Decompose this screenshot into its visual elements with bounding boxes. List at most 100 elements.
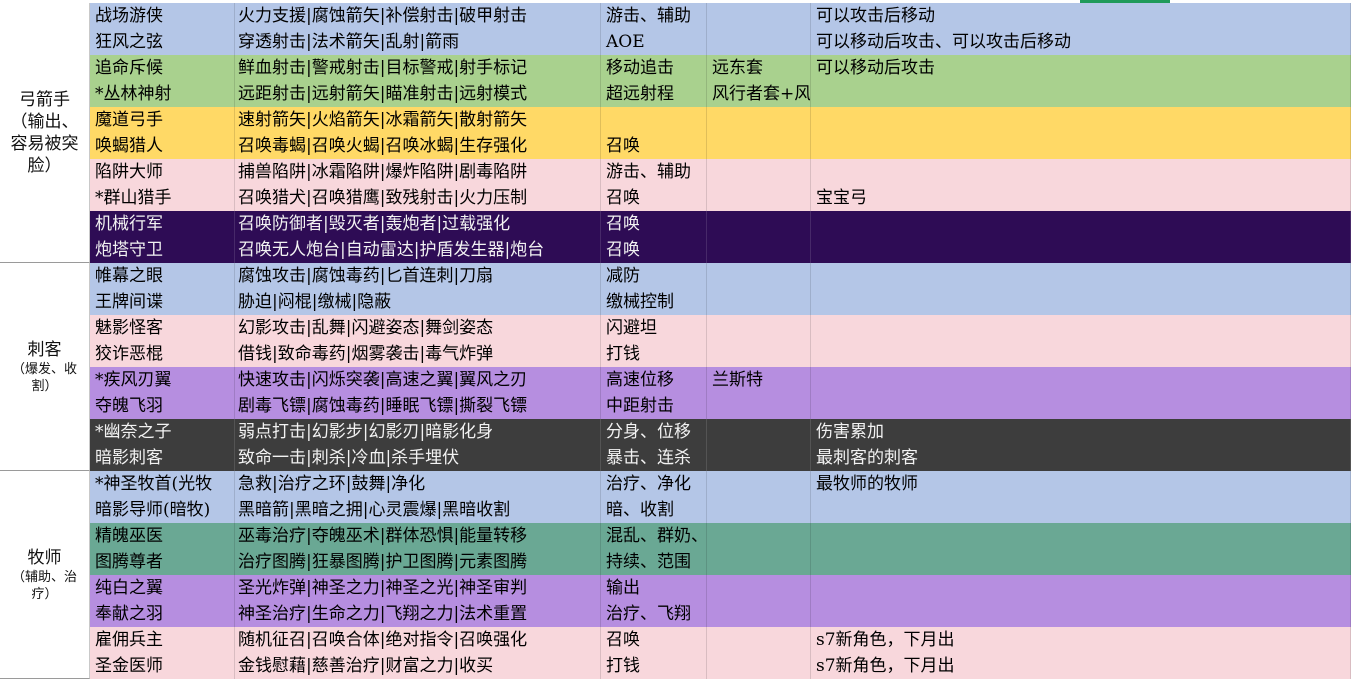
cell-set[interactable]	[707, 653, 811, 679]
cell-set[interactable]	[707, 393, 811, 419]
cell-name[interactable]: 王牌间谍	[90, 289, 235, 315]
cell-note[interactable]	[811, 367, 1351, 393]
cell-note[interactable]	[811, 341, 1351, 367]
cell-role[interactable]: 闪避坦	[601, 315, 707, 341]
cell-role[interactable]: 游击、辅助	[601, 3, 707, 29]
cell-role[interactable]: 混乱、群奶、能量	[601, 523, 707, 549]
cell-set[interactable]	[707, 185, 811, 211]
cell-note[interactable]	[811, 289, 1351, 315]
cell-skills[interactable]: 召唤毒蝎|召唤火蝎|召唤冰蝎|生存强化	[235, 133, 601, 159]
cell-note[interactable]	[811, 575, 1351, 601]
cell-role[interactable]: 中距射击	[601, 393, 707, 419]
cell-role[interactable]: 打钱	[601, 653, 707, 679]
cell-note[interactable]	[811, 315, 1351, 341]
cell-role[interactable]: 持续、范围	[601, 549, 707, 575]
cell-role[interactable]: 分身、位移	[601, 419, 707, 445]
category-cell-archer[interactable]: 弓箭手 （输出、容易被突脸）	[0, 3, 90, 263]
cell-name[interactable]: *丛林神射	[90, 81, 235, 107]
cell-skills[interactable]: 随机征召|召唤合体|绝对指令|召唤强化	[235, 627, 601, 653]
cell-note[interactable]	[811, 601, 1351, 627]
cell-role[interactable]: 治疗、飞翔	[601, 601, 707, 627]
cell-note[interactable]	[811, 81, 1351, 107]
cell-note[interactable]	[811, 237, 1351, 263]
cell-role[interactable]: AOE	[601, 29, 707, 55]
cell-set[interactable]	[707, 315, 811, 341]
cell-name[interactable]: 圣金医师	[90, 653, 235, 679]
cell-skills[interactable]: 胁迫|闷棍|缴械|隐蔽	[235, 289, 601, 315]
cell-role[interactable]: 暴击、连杀	[601, 445, 707, 471]
cell-note[interactable]	[811, 263, 1351, 289]
cell-skills[interactable]: 快速攻击|闪烁突袭|高速之翼|翼风之刃	[235, 367, 601, 393]
cell-name[interactable]: *幽奈之子	[90, 419, 235, 445]
cell-name[interactable]: 狡诈恶棍	[90, 341, 235, 367]
cell-set[interactable]: 风行者套+风暴宝印	[707, 81, 811, 107]
cell-role[interactable]: 召唤	[601, 237, 707, 263]
cell-note[interactable]	[811, 523, 1351, 549]
cell-set[interactable]	[707, 601, 811, 627]
cell-note[interactable]	[811, 107, 1351, 133]
cell-name[interactable]: *神圣牧首(光牧	[90, 471, 235, 497]
cell-set[interactable]	[707, 107, 811, 133]
cell-name[interactable]: 夺魄飞羽	[90, 393, 235, 419]
cell-name[interactable]: 图腾尊者	[90, 549, 235, 575]
category-cell-priest[interactable]: 牧师 （辅助、治疗）	[0, 471, 90, 679]
cell-note[interactable]	[811, 549, 1351, 575]
cell-note[interactable]	[811, 393, 1351, 419]
cell-skills[interactable]: 鲜血射击|警戒射击|目标警戒|射手标记	[235, 55, 601, 81]
cell-note[interactable]	[811, 159, 1351, 185]
cell-role[interactable]: 治疗、净化	[601, 471, 707, 497]
cell-skills[interactable]: 召唤防御者|毁灭者|轰炮者|过载强化	[235, 211, 601, 237]
cell-note[interactable]	[811, 211, 1351, 237]
cell-note[interactable]: s7新角色，下月出	[811, 653, 1351, 679]
cell-role[interactable]: 超远射程	[601, 81, 707, 107]
cell-name[interactable]: *疾风刃翼	[90, 367, 235, 393]
cell-name[interactable]: 战场游侠	[90, 3, 235, 29]
cell-note[interactable]: 伤害累加	[811, 419, 1351, 445]
cell-name[interactable]: 魔道弓手	[90, 107, 235, 133]
cell-set[interactable]: 兰斯特	[707, 367, 811, 393]
cell-skills[interactable]: 召唤无人炮台|自动雷达|护盾发生器|炮台	[235, 237, 601, 263]
cell-name[interactable]: 陷阱大师	[90, 159, 235, 185]
cell-role[interactable]: 减防	[601, 263, 707, 289]
cell-name[interactable]: *群山猎手	[90, 185, 235, 211]
cell-note[interactable]: 最牧师的牧师	[811, 471, 1351, 497]
cell-note[interactable]	[811, 133, 1351, 159]
cell-name[interactable]: 魅影怪客	[90, 315, 235, 341]
cell-name[interactable]: 唤蝎猎人	[90, 133, 235, 159]
cell-set[interactable]	[707, 263, 811, 289]
cell-skills[interactable]: 急救|治疗之环|鼓舞|净化	[235, 471, 601, 497]
cell-role[interactable]: 游击、辅助	[601, 159, 707, 185]
cell-set[interactable]	[707, 211, 811, 237]
cell-name[interactable]: 暗影导师(暗牧)	[90, 497, 235, 523]
cell-role[interactable]	[601, 107, 707, 133]
cell-skills[interactable]: 巫毒治疗|夺魄巫术|群体恐惧|能量转移	[235, 523, 601, 549]
cell-skills[interactable]: 幻影攻击|乱舞|闪避姿态|舞剑姿态	[235, 315, 601, 341]
cell-role[interactable]: 召唤	[601, 185, 707, 211]
cell-set[interactable]	[707, 159, 811, 185]
cell-skills[interactable]: 金钱慰藉|慈善治疗|财富之力|收买	[235, 653, 601, 679]
cell-name[interactable]: 机械行军	[90, 211, 235, 237]
cell-role[interactable]: 缴械控制	[601, 289, 707, 315]
cell-skills[interactable]: 穿透射击|法术箭矢|乱射|箭雨	[235, 29, 601, 55]
cell-skills[interactable]: 速射箭矢|火焰箭矢|冰霜箭矢|散射箭矢	[235, 107, 601, 133]
category-cell-assassin[interactable]: 刺客 （爆发、收割）	[0, 263, 90, 471]
cell-set[interactable]	[707, 549, 811, 575]
cell-skills[interactable]: 治疗图腾|狂暴图腾|护卫图腾|元素图腾	[235, 549, 601, 575]
cell-name[interactable]: 精魄巫医	[90, 523, 235, 549]
cell-set[interactable]	[707, 237, 811, 263]
cell-role[interactable]: 打钱	[601, 341, 707, 367]
cell-note[interactable]: 可以移动后攻击	[811, 55, 1351, 81]
cell-skills[interactable]: 远距射击|远射箭矢|瞄准射击|远射模式	[235, 81, 601, 107]
cell-skills[interactable]: 弱点打击|幻影步|幻影刃|暗影化身	[235, 419, 601, 445]
cell-skills[interactable]: 神圣治疗|生命之力|飞翔之力|法术重置	[235, 601, 601, 627]
cell-name[interactable]: 狂风之弦	[90, 29, 235, 55]
cell-set[interactable]	[707, 341, 811, 367]
cell-note[interactable]: 宝宝弓	[811, 185, 1351, 211]
cell-name[interactable]: 炮塔守卫	[90, 237, 235, 263]
cell-set[interactable]	[707, 575, 811, 601]
cell-set[interactable]	[707, 419, 811, 445]
cell-role[interactable]: 暗、收割	[601, 497, 707, 523]
cell-role[interactable]: 输出	[601, 575, 707, 601]
cell-skills[interactable]: 火力支援|腐蚀箭矢|补偿射击|破甲射击	[235, 3, 601, 29]
cell-name[interactable]: 暗影刺客	[90, 445, 235, 471]
